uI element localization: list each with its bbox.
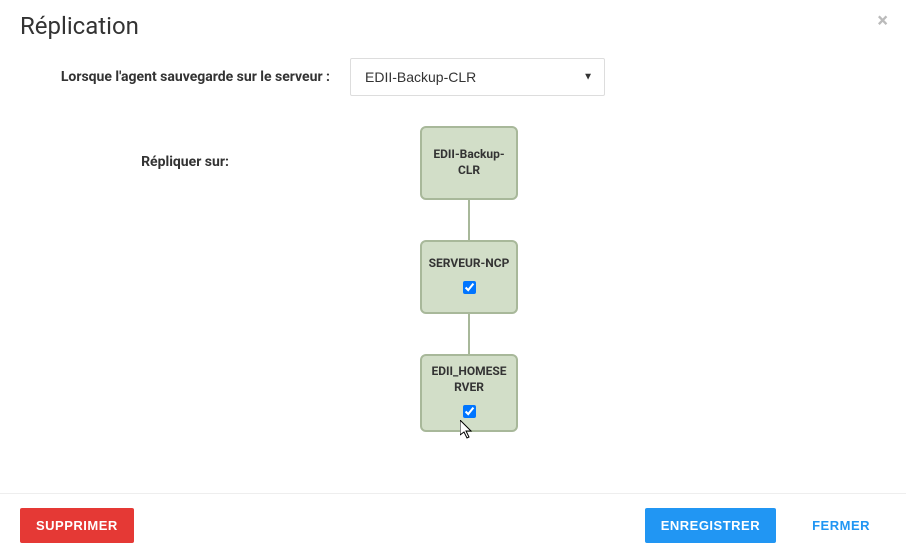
save-button[interactable]: ENREGISTRER <box>645 508 776 543</box>
tree-node-label: SERVEUR-NCP <box>429 256 510 272</box>
close-icon[interactable]: × <box>877 10 888 30</box>
replicate-label: Répliquer sur: <box>20 126 350 170</box>
close-button[interactable]: FERMER <box>796 508 886 543</box>
tree-node-checkbox[interactable] <box>463 281 476 294</box>
source-server-select[interactable]: EDII-Backup-CLR <box>350 58 605 96</box>
tree-node-root[interactable]: EDII-Backup-CLR <box>420 126 518 200</box>
tree-connector <box>468 314 470 354</box>
page-title: Réplication <box>20 12 886 40</box>
tree-node-label: EDII_HOMESERVER <box>428 364 510 395</box>
tree-node-label: EDII-Backup-CLR <box>428 147 510 178</box>
source-server-label: Lorsque l'agent sauvegarde sur le serveu… <box>20 69 350 85</box>
tree-node-child[interactable]: EDII_HOMESERVER <box>420 354 518 432</box>
delete-button[interactable]: SUPPRIMER <box>20 508 134 543</box>
tree-node-child[interactable]: SERVEUR-NCP <box>420 240 518 314</box>
tree-connector <box>468 200 470 240</box>
tree-node-checkbox[interactable] <box>463 405 476 418</box>
replication-tree: EDII-Backup-CLR SERVEUR-NCP EDII_HOMESER… <box>420 126 518 432</box>
